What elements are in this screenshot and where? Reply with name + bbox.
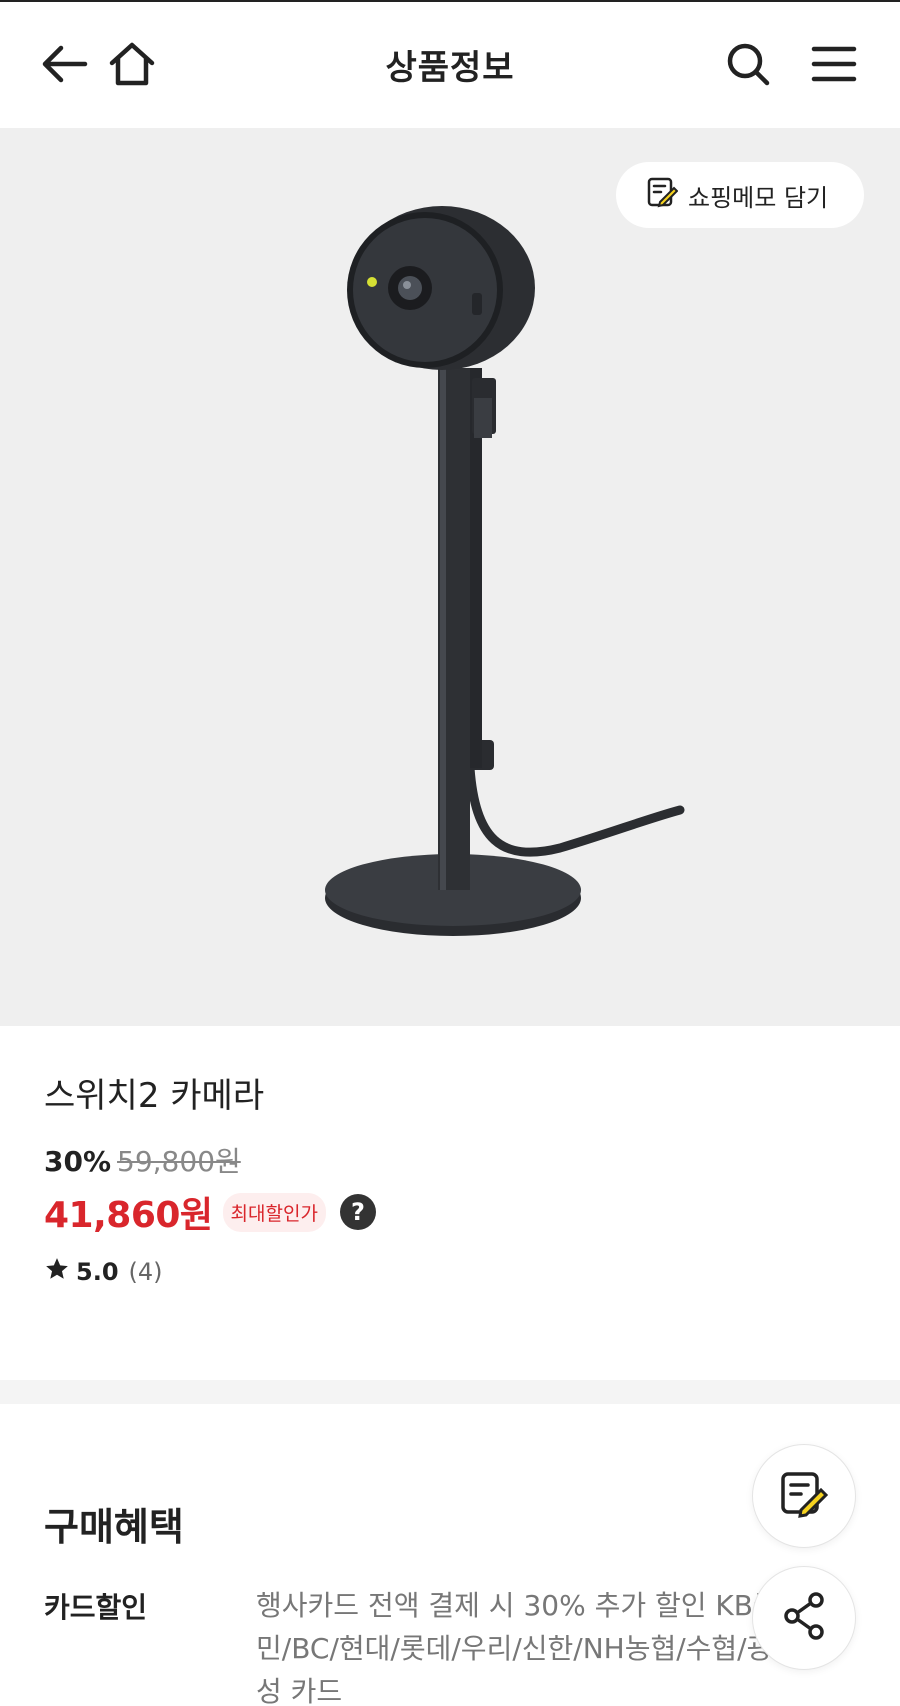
memo-pencil-icon xyxy=(646,176,679,214)
sale-price: 41,860원 xyxy=(44,1195,213,1236)
section-divider xyxy=(0,1380,900,1404)
product-image xyxy=(325,206,685,936)
purchase-benefits-section: 구매혜택 카드할인 행사카드 전액 결제 시 30% 추가 할인 KB국민/BC… xyxy=(0,1404,900,1706)
product-image-area[interactable]: 쇼핑메모 담기 xyxy=(0,128,900,1026)
benefits-title: 구매혜택 xyxy=(44,1505,184,1549)
floating-share-button[interactable] xyxy=(752,1566,856,1670)
search-icon[interactable] xyxy=(720,36,776,92)
max-discount-badge: 최대할인가 xyxy=(222,1192,326,1232)
share-icon xyxy=(780,1590,828,1646)
memo-pencil-icon xyxy=(779,1470,829,1522)
sale-price-row: 41,860원 최대할인가 ? xyxy=(44,1186,376,1238)
hamburger-menu-icon[interactable] xyxy=(806,36,862,92)
discount-rate: 30% xyxy=(44,1145,112,1178)
help-question-icon[interactable]: ? xyxy=(339,1194,376,1230)
rating-row[interactable]: 5.0 (4) xyxy=(44,1256,163,1288)
rating-value: 5.0 xyxy=(76,1258,119,1286)
memo-button-label: 쇼핑메모 담기 xyxy=(688,183,829,212)
add-shopping-memo-button[interactable]: 쇼핑메모 담기 xyxy=(616,162,864,228)
star-icon xyxy=(44,1256,70,1288)
product-name: 스위치2 카메라 xyxy=(44,1076,265,1116)
original-price: 59,800원 xyxy=(117,1145,241,1178)
top-navigation-bar: 상품정보 xyxy=(0,0,900,128)
product-info-section: 스위치2 카메라 30% 59,800원 41,860원 최대할인가 ? 5.0… xyxy=(0,1026,900,1380)
price-discount-row: 30% 59,800원 xyxy=(44,1140,241,1180)
card-discount-label: 카드할인 xyxy=(44,1591,148,1624)
status-divider xyxy=(0,0,900,2)
floating-memo-button[interactable] xyxy=(752,1444,856,1548)
review-count: (4) xyxy=(128,1258,163,1286)
